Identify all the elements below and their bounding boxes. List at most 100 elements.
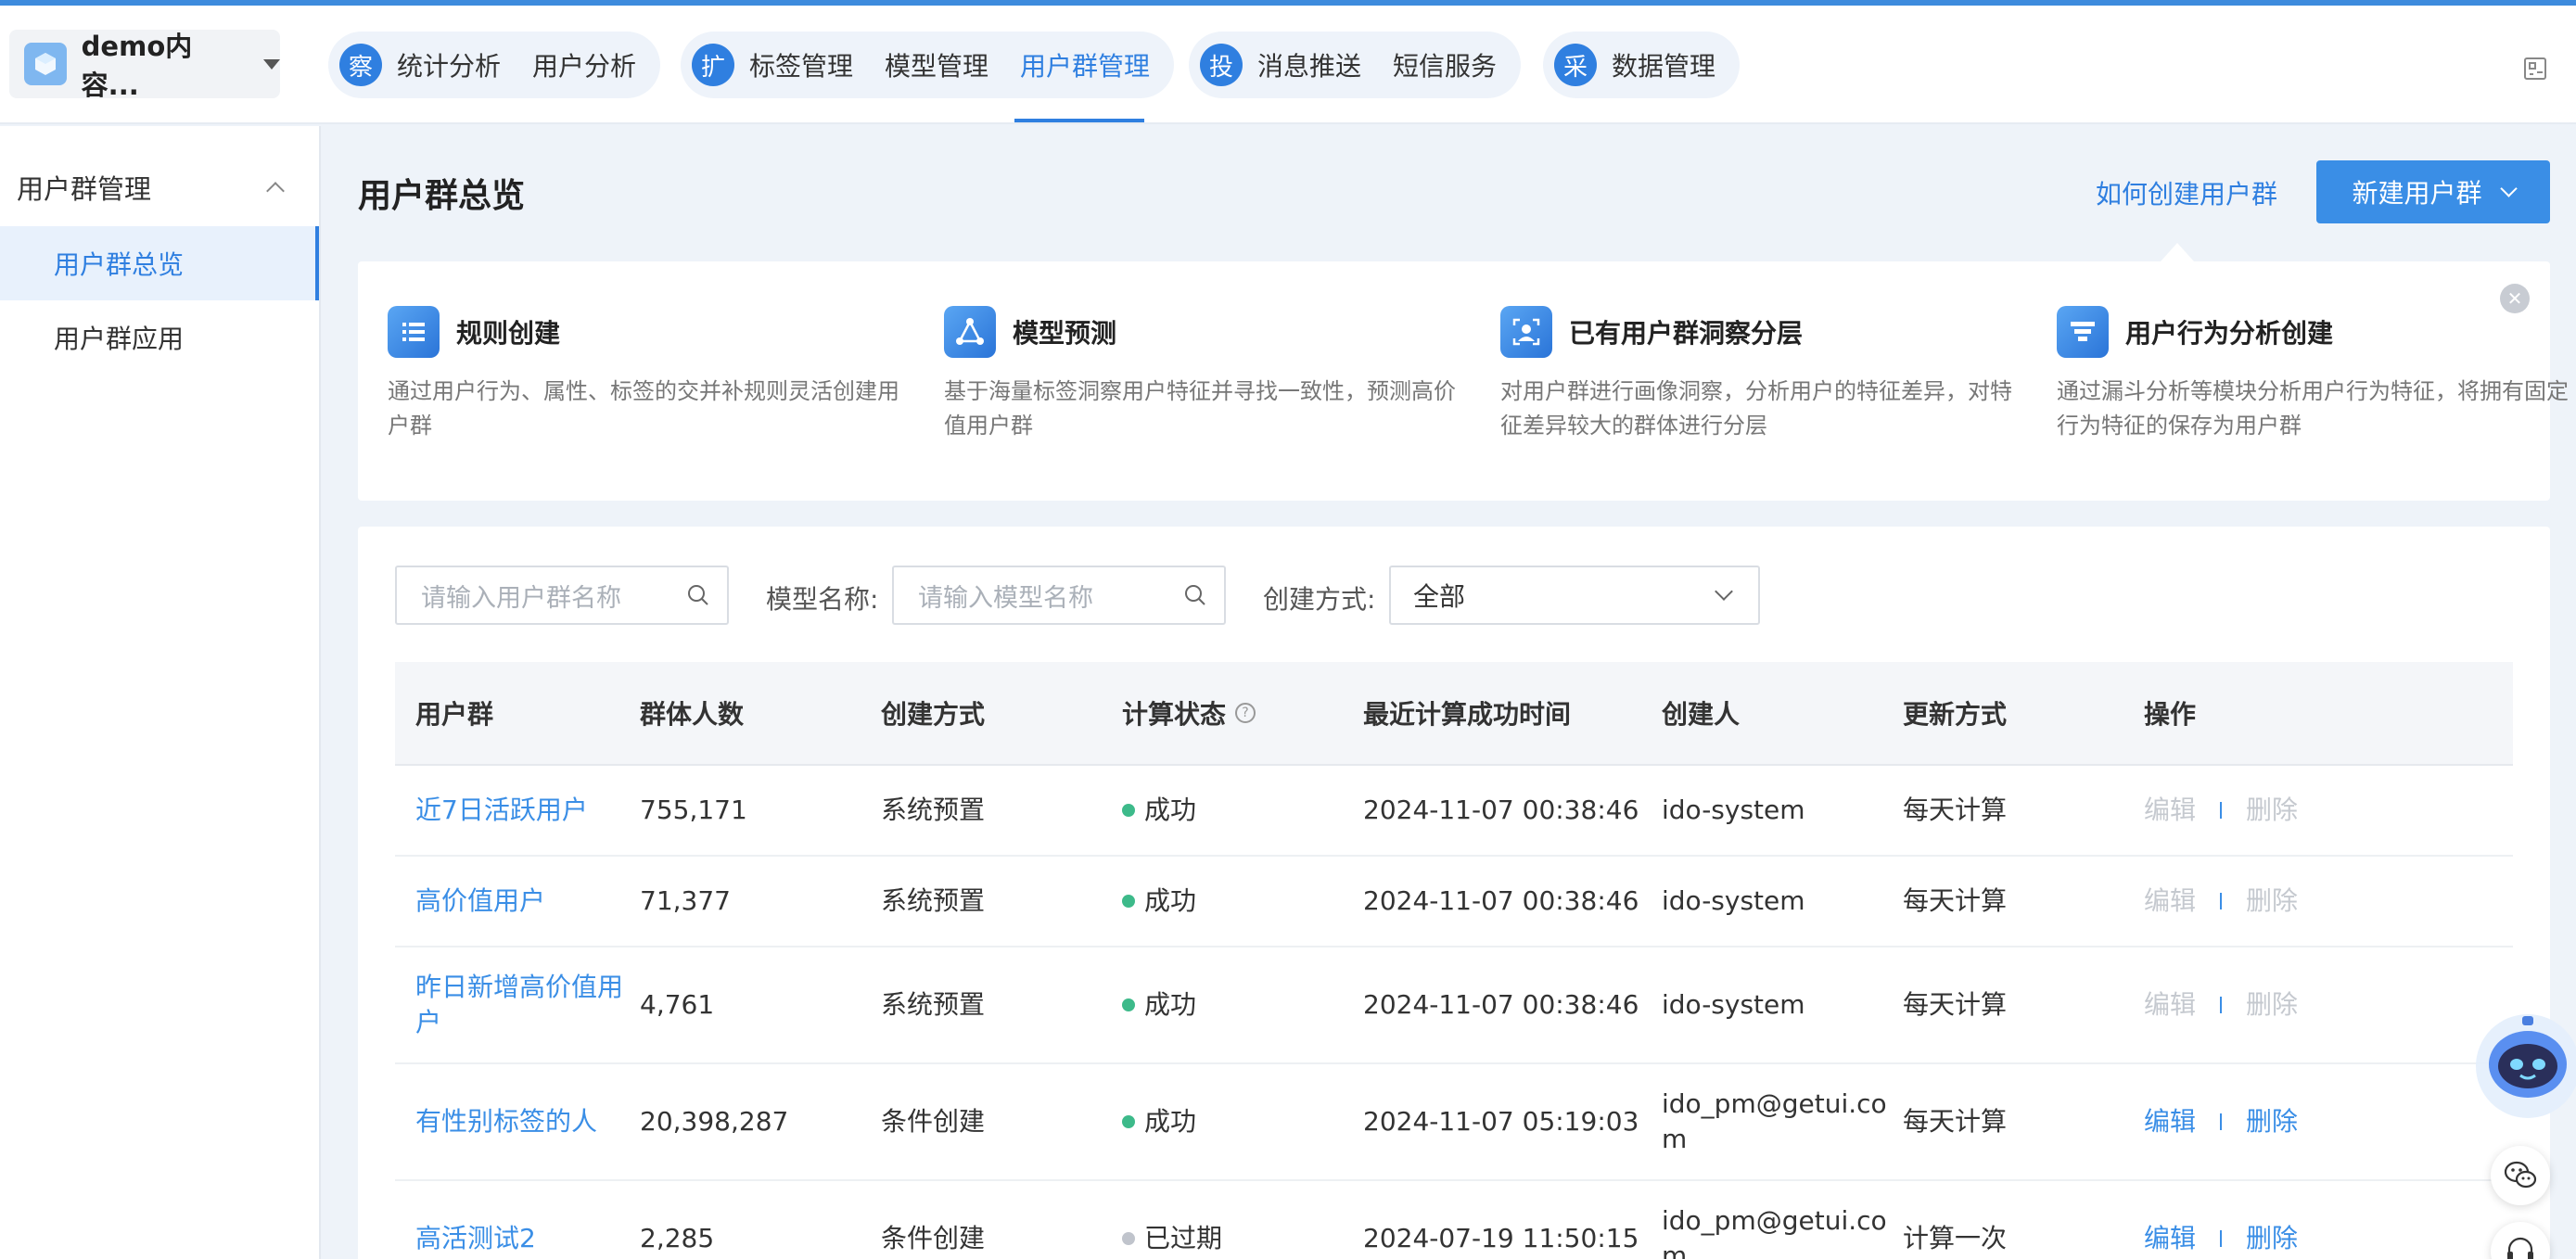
status-dot-icon xyxy=(1122,804,1135,817)
user-group-table: 用户群 群体人数 创建方式 计算状态 ? 最近计算成功时间 创建人 更新方式 操… xyxy=(395,662,2513,1259)
edit-button: 编辑 xyxy=(2144,885,2197,916)
user-group-name-link[interactable]: 高活测试2 xyxy=(395,1221,640,1256)
col-header-update: 更新方式 xyxy=(1903,699,2008,730)
status-dot-icon xyxy=(1122,895,1135,908)
table-row: 高活测试2 2,285 条件创建 已过期 2024-07-19 11:50:15 ido_… xyxy=(395,1181,2513,1259)
create-method-value: 全部 xyxy=(1413,581,1466,612)
row-actions: 编辑 删除 xyxy=(2144,1221,2422,1256)
sidebar-item-application[interactable]: 用户群应用 xyxy=(0,300,319,375)
edit-button: 编辑 xyxy=(2144,989,2197,1020)
calc-status: 成功 xyxy=(1122,793,1363,828)
calc-status: 成功 xyxy=(1122,884,1363,919)
headset-icon xyxy=(2507,1237,2533,1259)
nav-item-models[interactable]: 模型管理 xyxy=(885,46,988,83)
sidebar-item-overview[interactable]: 用户群总览 xyxy=(0,226,319,300)
create-method: 系统预置 xyxy=(881,885,986,916)
nav-item-data[interactable]: 数据管理 xyxy=(1612,46,1715,83)
update-method: 每天计算 xyxy=(1903,795,2008,825)
chevron-down-icon xyxy=(2499,179,2518,197)
sidebar-item-label: 用户群总览 xyxy=(54,249,185,280)
new-user-group-button[interactable]: 新建用户群 xyxy=(2316,160,2550,223)
group-count: 20,398,287 xyxy=(640,1106,789,1137)
card-description: 通过漏斗分析等模块分析用户行为特征，将拥有固定行为特征的保存为用户群 xyxy=(2057,378,2569,439)
search-icon[interactable] xyxy=(1183,583,1207,607)
portrait-scan-icon xyxy=(1500,306,1552,358)
wechat-button[interactable] xyxy=(2491,1146,2550,1205)
new-user-group-label: 新建用户群 xyxy=(2352,178,2482,209)
card-title: 规则创建 xyxy=(456,318,561,349)
status-dot-icon xyxy=(1122,1232,1135,1245)
last-success-time: 2024-11-07 00:38:46 xyxy=(1363,885,1639,916)
layout-switch-icon[interactable] xyxy=(2522,56,2548,82)
delete-button[interactable]: 删除 xyxy=(2246,1104,2298,1139)
caret-down-icon xyxy=(263,58,280,70)
group-search-input[interactable]: 请输入用户群名称 xyxy=(395,566,729,625)
nav-item-sms[interactable]: 短信服务 xyxy=(1393,46,1497,83)
status-dot-icon xyxy=(1122,1115,1135,1128)
how-to-create-link[interactable]: 如何创建用户群 xyxy=(2096,174,2277,211)
action-divider xyxy=(2220,997,2223,1013)
creator: ido_pm@getui.com xyxy=(1662,1088,1887,1154)
table-header: 用户群 群体人数 创建方式 计算状态 ? 最近计算成功时间 创建人 更新方式 操… xyxy=(395,662,2513,766)
user-group-name-link[interactable]: 昨日新增高价值用户 xyxy=(395,970,640,1040)
status-label: 成功 xyxy=(1144,989,1197,1020)
table-row: 有性别标签的人 20,398,287 条件创建 成功 2024-11-07 05:19:… xyxy=(395,1064,2513,1181)
user-group-name-link[interactable]: 近7日活跃用户 xyxy=(395,793,640,828)
nav-item-user-groups[interactable]: 用户群管理 xyxy=(1020,46,1150,83)
user-group-name-link[interactable]: 高价值用户 xyxy=(395,884,640,919)
nav-item-stats[interactable]: 统计分析 xyxy=(397,46,501,83)
nav-badge: 投 xyxy=(1200,44,1243,86)
card-behavior-create[interactable]: 用户行为分析创建 通过漏斗分析等模块分析用户行为特征，将拥有固定行为特征的保存为… xyxy=(2057,306,2576,443)
page-title: 用户群总览 xyxy=(358,177,526,215)
nav-group-collect: 采 数据管理 xyxy=(1543,32,1741,98)
model-name-label: 模型名称: xyxy=(766,584,879,615)
robot-assistant-icon[interactable] xyxy=(2455,1007,2576,1127)
card-description: 基于海量标签洞察用户特征并寻找一致性，预测高价值用户群 xyxy=(944,378,1456,439)
status-label: 成功 xyxy=(1144,795,1197,825)
status-dot-icon xyxy=(1122,998,1135,1011)
last-success-time: 2024-11-07 05:19:03 xyxy=(1363,1106,1639,1137)
table-body: 近7日活跃用户 755,171 系统预置 成功 2024-11-07 00:38:46 i… xyxy=(395,766,2513,1259)
wechat-icon xyxy=(2504,1161,2537,1189)
model-search-placeholder: 请输入模型名称 xyxy=(918,583,1093,613)
user-group-panel: 请输入用户群名称 模型名称: 请输入模型名称 创建方式: 全部 用户群 群体人数… xyxy=(358,527,2550,1259)
last-success-time: 2024-11-07 00:38:46 xyxy=(1363,989,1639,1020)
col-header-status-label: 计算状态 xyxy=(1122,699,1227,730)
sidebar-group-label: 用户群管理 xyxy=(17,173,152,205)
create-method-select[interactable]: 全部 xyxy=(1389,566,1760,625)
last-success-time: 2024-11-07 00:38:46 xyxy=(1363,795,1639,825)
action-divider xyxy=(2220,1230,2223,1247)
card-model-predict[interactable]: 模型预测 基于海量标签洞察用户特征并寻找一致性，预测高价值用户群 xyxy=(944,306,1463,443)
help-icon[interactable]: ? xyxy=(1235,703,1256,723)
edit-button[interactable]: 编辑 xyxy=(2144,1104,2196,1139)
user-group-name-link[interactable]: 有性别标签的人 xyxy=(395,1104,640,1139)
card-insight-layering[interactable]: 已有用户群洞察分层 对用户群进行画像洞察，分析用户的特征差异，对特征差异较大的群… xyxy=(1500,306,2020,443)
nav-item-user-analysis[interactable]: 用户分析 xyxy=(532,46,636,83)
close-icon[interactable]: ✕ xyxy=(2500,284,2530,313)
edit-button: 编辑 xyxy=(2144,795,2197,825)
delete-button[interactable]: 删除 xyxy=(2246,1221,2298,1256)
filter-bar: 请输入用户群名称 模型名称: 请输入模型名称 创建方式: 全部 xyxy=(395,566,2528,625)
creator: ido-system xyxy=(1662,795,1805,825)
nav-item-push[interactable]: 消息推送 xyxy=(1257,46,1361,83)
nav-item-tags[interactable]: 标签管理 xyxy=(749,46,853,83)
delete-button: 删除 xyxy=(2246,795,2299,825)
nav-group-expand: 扩 标签管理 模型管理 用户群管理 xyxy=(681,32,1175,98)
update-method: 每天计算 xyxy=(1903,885,2008,916)
group-count: 4,761 xyxy=(640,989,715,1020)
active-nav-underline xyxy=(1014,119,1144,122)
model-search-input[interactable]: 请输入模型名称 xyxy=(892,566,1226,625)
top-header: demo内容... 察 统计分析 用户分析 扩 标签管理 模型管理 用户群管理 … xyxy=(0,6,2576,124)
edit-button[interactable]: 编辑 xyxy=(2144,1221,2196,1256)
table-row: 高价值用户 71,377 系统预置 成功 2024-11-07 00:38:46 ido-… xyxy=(395,857,2513,947)
card-rule-create[interactable]: 规则创建 通过用户行为、属性、标签的交并补规则灵活创建用户群 xyxy=(388,306,907,443)
create-method: 系统预置 xyxy=(881,795,986,825)
search-icon[interactable] xyxy=(686,583,710,607)
dropdown-pointer xyxy=(2161,243,2194,261)
creator: ido-system xyxy=(1662,989,1805,1020)
row-actions: 编辑 删除 xyxy=(2144,884,2422,919)
creation-cards: 规则创建 通过用户行为、属性、标签的交并补规则灵活创建用户群 模型预测 基于海量… xyxy=(358,261,2569,501)
sidebar-group-user-groups[interactable]: 用户群管理 xyxy=(0,148,319,226)
app-selector[interactable]: demo内容... xyxy=(9,30,280,101)
status-label: 已过期 xyxy=(1144,1223,1223,1253)
